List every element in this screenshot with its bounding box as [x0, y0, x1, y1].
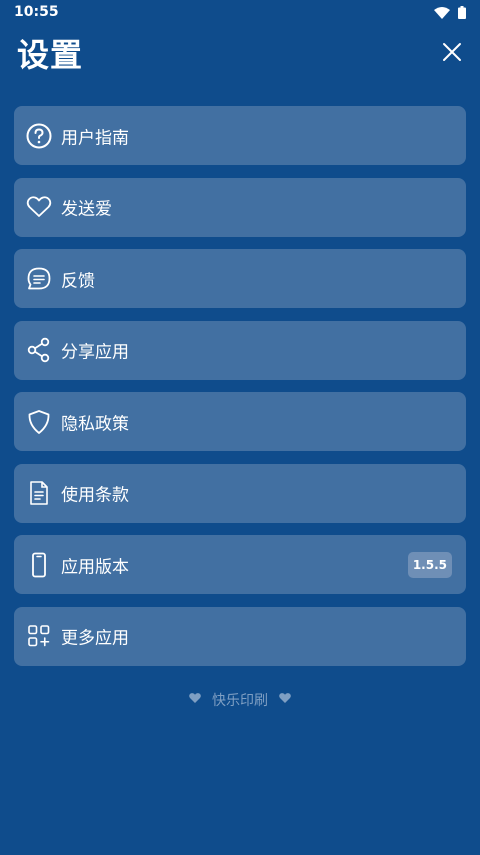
- menu-item-label: 隐私政策: [61, 414, 129, 434]
- footer: 快乐印刷: [0, 690, 480, 710]
- menu-item-send-love[interactable]: 发送爱: [14, 177, 466, 237]
- menu-item-more-apps[interactable]: 更多应用: [14, 606, 466, 666]
- footer-text: 快乐印刷: [212, 693, 268, 709]
- menu-item-privacy-policy[interactable]: 隐私政策: [14, 392, 466, 451]
- status-icons: [434, 4, 466, 23]
- menu-item-app-version[interactable]: 应用版本 1.5.5: [14, 535, 466, 594]
- wifi-icon: [434, 4, 450, 23]
- status-time: 10:55: [14, 4, 59, 20]
- help-icon: [26, 123, 52, 149]
- chat-icon: [26, 266, 52, 292]
- battery-icon: [458, 4, 466, 23]
- menu-item-label: 反馈: [61, 271, 95, 291]
- menu-item-terms-of-use[interactable]: 使用条款: [14, 463, 466, 523]
- menu-item-share-app[interactable]: 分享应用: [14, 320, 466, 380]
- settings-menu: 用户指南 发送爱 反馈 分享应用 隐私政策 使用条款 应用版本 1.5.5 更多…: [14, 106, 466, 678]
- shield-icon: [26, 409, 52, 435]
- close-icon: [440, 43, 464, 68]
- menu-item-label: 应用版本: [61, 557, 129, 577]
- phone-icon: [26, 552, 52, 578]
- menu-item-label: 更多应用: [61, 628, 129, 649]
- close-button[interactable]: [440, 40, 464, 64]
- page-title: 设置: [17, 36, 84, 74]
- menu-item-label: 分享应用: [61, 342, 129, 363]
- apps-icon: [26, 623, 52, 649]
- menu-item-label: 用户指南: [61, 128, 129, 148]
- document-icon: [26, 480, 52, 506]
- heart-icon: [278, 692, 292, 708]
- menu-item-feedback[interactable]: 反馈: [14, 249, 466, 308]
- heart-icon: [26, 194, 52, 220]
- menu-item-user-guide[interactable]: 用户指南: [14, 106, 466, 165]
- version-badge: 1.5.5: [407, 551, 452, 578]
- share-icon: [26, 337, 52, 363]
- heart-icon: [188, 692, 202, 708]
- status-bar: 10:55: [0, 0, 480, 24]
- menu-item-label: 使用条款: [61, 485, 129, 506]
- menu-item-label: 发送爱: [61, 199, 112, 220]
